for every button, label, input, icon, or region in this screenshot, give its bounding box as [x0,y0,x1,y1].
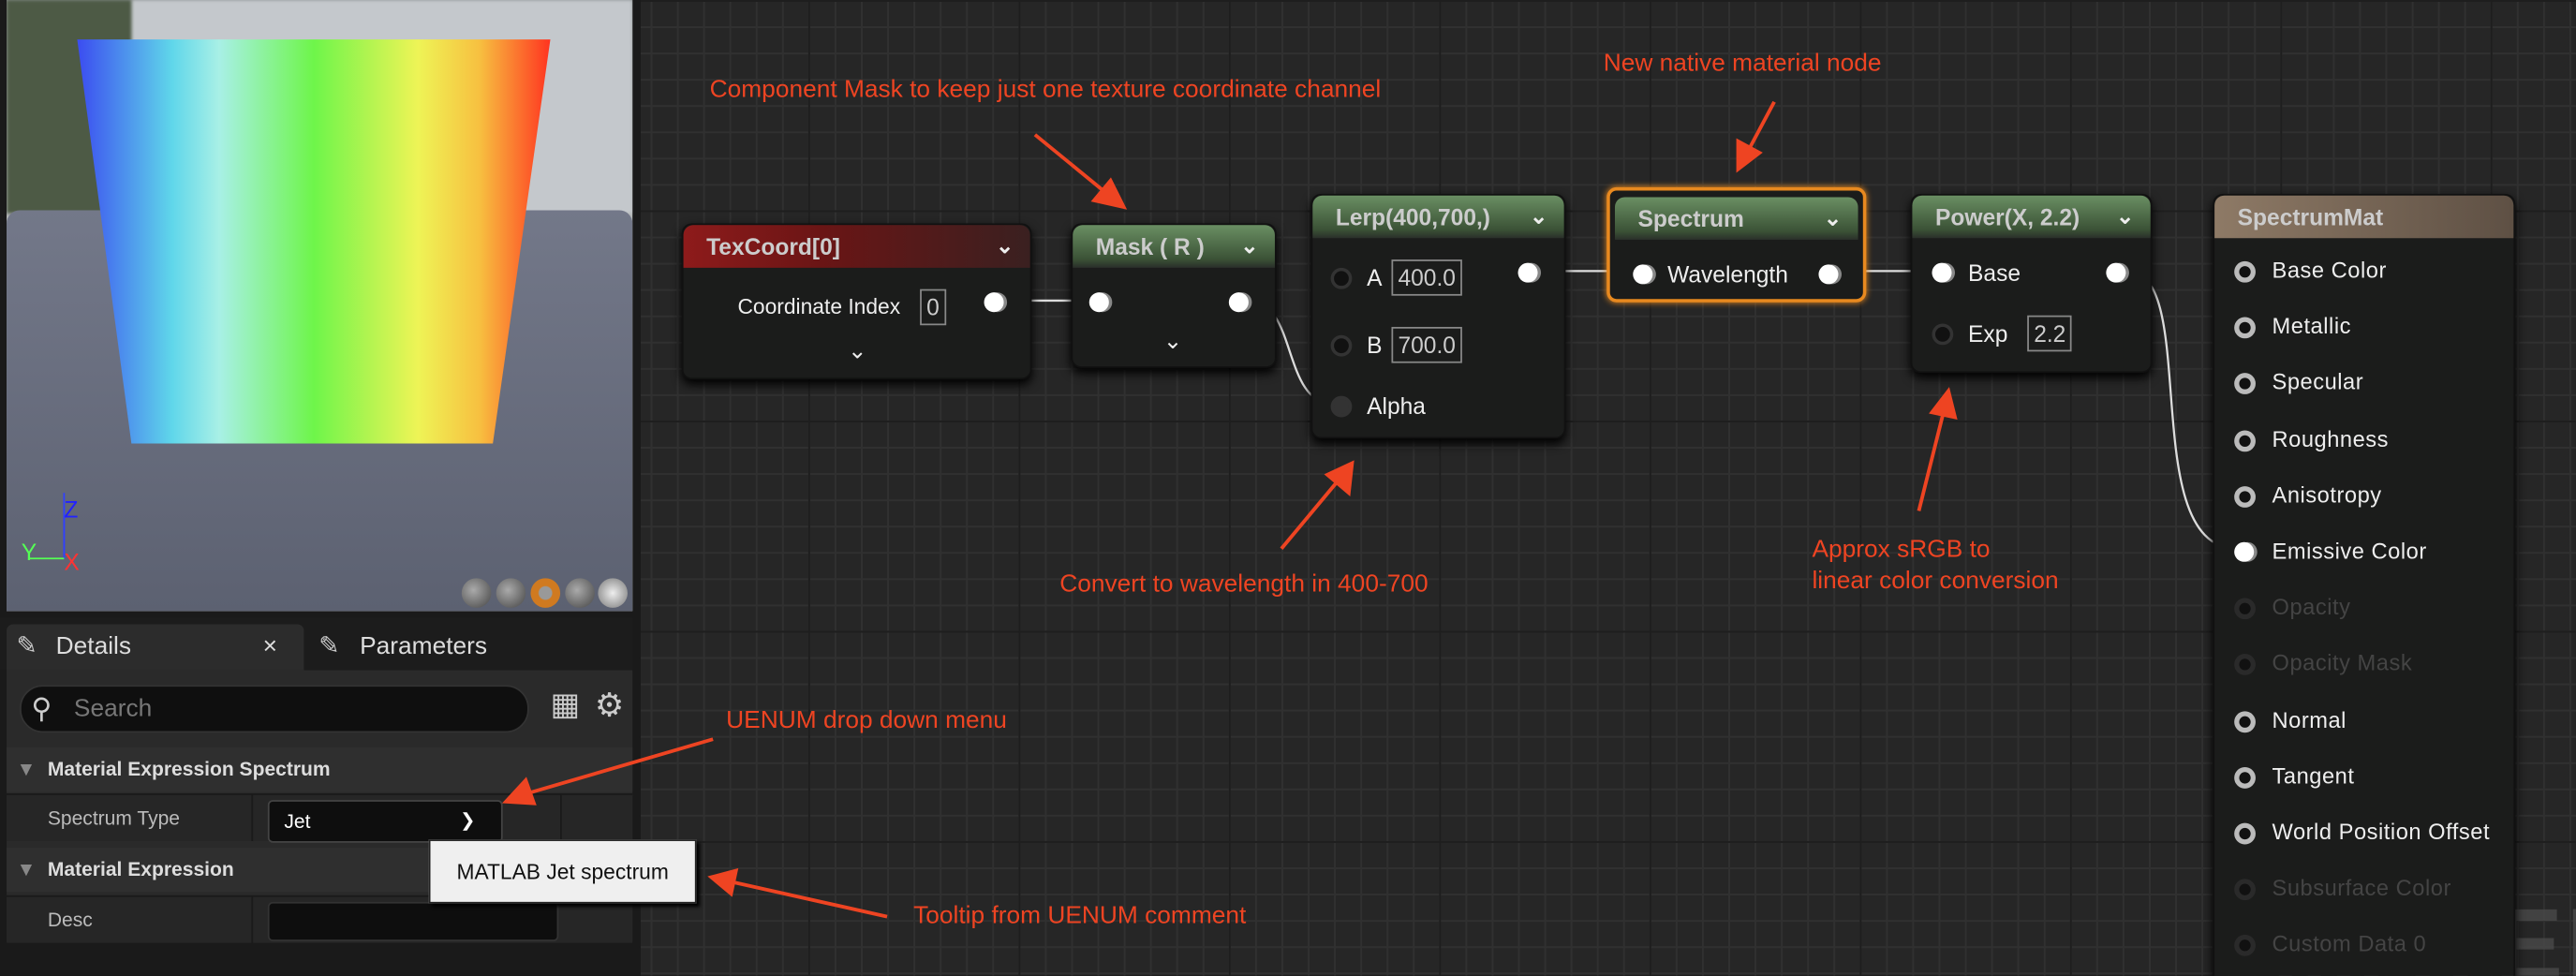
pin-alpha-label: Alpha [1367,392,1426,420]
material-pin-label: Subsurface Color [2272,876,2451,901]
b-value-input[interactable]: 700.0 [1391,327,1462,363]
exp-value-input[interactable]: 2.2 [2027,315,2073,352]
annotation-power-line2: linear color conversion [1812,567,2059,595]
annotation-arrow [526,737,714,795]
material-input-pin[interactable] [2234,541,2255,562]
annotation-arrow [1280,478,1340,551]
material-pin-label: Metallic [2272,314,2351,339]
annotation-tooltip: Tooltip from UENUM comment [913,901,1247,930]
chevron-down-icon[interactable]: ⌄ [1530,196,1547,239]
wavelength-input-pin[interactable] [1633,264,1653,285]
output-pin[interactable] [1228,292,1249,313]
annotation-arrowhead [501,776,537,806]
base-label: Base [1968,259,2021,287]
node-title: Lerp(400,700,) [1335,203,1490,230]
chevron-down-icon[interactable]: ⌄ [2116,196,2134,239]
expand-chevron-icon[interactable]: ⌄ [1163,327,1183,355]
chevron-down-icon[interactable]: ⌄ [1824,197,1842,240]
material-pin-label: World Position Offset [2272,820,2491,845]
annotation-arrow [1746,100,1776,153]
node-title: Power(X, 2.2) [1934,203,2080,230]
annotation-power-line1: Approx sRGB to [1812,535,1991,564]
node-component-mask[interactable]: Mask ( R ) ⌄ ⌄ [1071,223,1277,368]
material-input-pin[interactable] [2234,935,2256,957]
material-input-pin[interactable] [2234,317,2256,339]
input-pin-a[interactable] [1330,267,1353,289]
coordinate-index-input[interactable]: 0 [920,288,946,326]
input-pin[interactable] [1088,292,1109,313]
material-pin-label: Specular [2272,370,2364,395]
material-pin-label: Roughness [2272,426,2390,451]
material-input-pin[interactable] [2234,260,2256,283]
chevron-down-icon[interactable]: ⌄ [1240,225,1258,268]
node-title: TexCoord[0] [706,233,840,260]
material-pin-label: Opacity [2272,595,2351,620]
base-input-pin[interactable] [1932,262,1952,283]
material-input-pin[interactable] [2234,485,2256,508]
annotation-arrowhead [1929,387,1958,421]
material-input-pin[interactable] [2234,598,2256,620]
node-title: Mask ( R ) [1095,233,1205,260]
annotation-arrow [1917,411,1946,511]
annotation-arrowhead [707,867,739,897]
material-input-pin[interactable] [2234,373,2256,395]
node-power[interactable]: Power(X, 2.2) ⌄ Base Exp 2.2 [1910,193,2153,374]
node-material-result[interactable]: SpectrumMat Base Color Metallic Specular Ro… [2213,193,2516,976]
node-lerp[interactable]: Lerp(400,700,) ⌄ A 400.0 B 700.0 Alpha [1310,193,1566,439]
output-pin[interactable] [2106,262,2126,283]
output-pin[interactable] [984,292,1004,313]
material-input-pin[interactable] [2234,766,2256,789]
material-input-pin[interactable] [2234,429,2256,451]
material-pin-label: Base Color [2272,258,2387,283]
material-input-pin[interactable] [2234,654,2256,676]
material-input-pin[interactable] [2234,710,2256,732]
annotation-lerp: Convert to wavelength in 400-700 [1059,569,1429,599]
node-texcoord[interactable]: TexCoord[0] ⌄ Coordinate Index 0 ⌄ [681,223,1032,380]
input-pin-b[interactable] [1330,334,1353,357]
wavelength-label: Wavelength [1667,260,1788,288]
exp-label: Exp [1968,319,2008,348]
tooltip: MATLAB Jet spectrum [428,839,697,904]
output-pin[interactable] [1517,262,1538,283]
material-pin-label: Normal [2272,707,2347,732]
exp-input-pin[interactable] [1932,323,1954,346]
material-input-pin[interactable] [2234,879,2256,901]
material-pin-label: Anisotropy [2272,482,2382,508]
pin-b-label: B [1367,332,1383,359]
node-title: Spectrum [1637,205,1744,232]
chevron-down-icon[interactable]: ⌄ [996,225,1014,268]
a-value-input[interactable]: 400.0 [1391,259,1462,296]
material-pin-label: Custom Data 0 [2272,932,2427,957]
node-spectrum[interactable]: Spectrum ⌄ Wavelength [1606,186,1867,303]
expand-chevron-icon[interactable]: ⌄ [848,337,867,365]
material-pin-label: Opacity Mask [2272,651,2413,676]
coordinate-index-label: Coordinate Index [737,293,901,319]
annotation-spectrum: New native material node [1603,49,1882,78]
node-title: SpectrumMat [2214,195,2514,239]
pin-a-label: A [1367,264,1383,291]
annotation-arrow [1033,133,1109,196]
annotation-arrowhead [1736,138,1763,173]
annotation-mask: Component Mask to keep just one texture … [709,75,1382,104]
wires-layer [501,100,2238,919]
annotation-arrow [732,880,888,919]
output-pin[interactable] [1818,264,1839,285]
annotation-uenum: UENUM drop down menu [726,706,1007,734]
input-pin-alpha[interactable] [1330,395,1353,418]
material-pin-label: Emissive Color [2272,539,2427,564]
material-input-pin[interactable] [2234,822,2256,845]
material-pin-label: Tangent [2272,763,2355,789]
